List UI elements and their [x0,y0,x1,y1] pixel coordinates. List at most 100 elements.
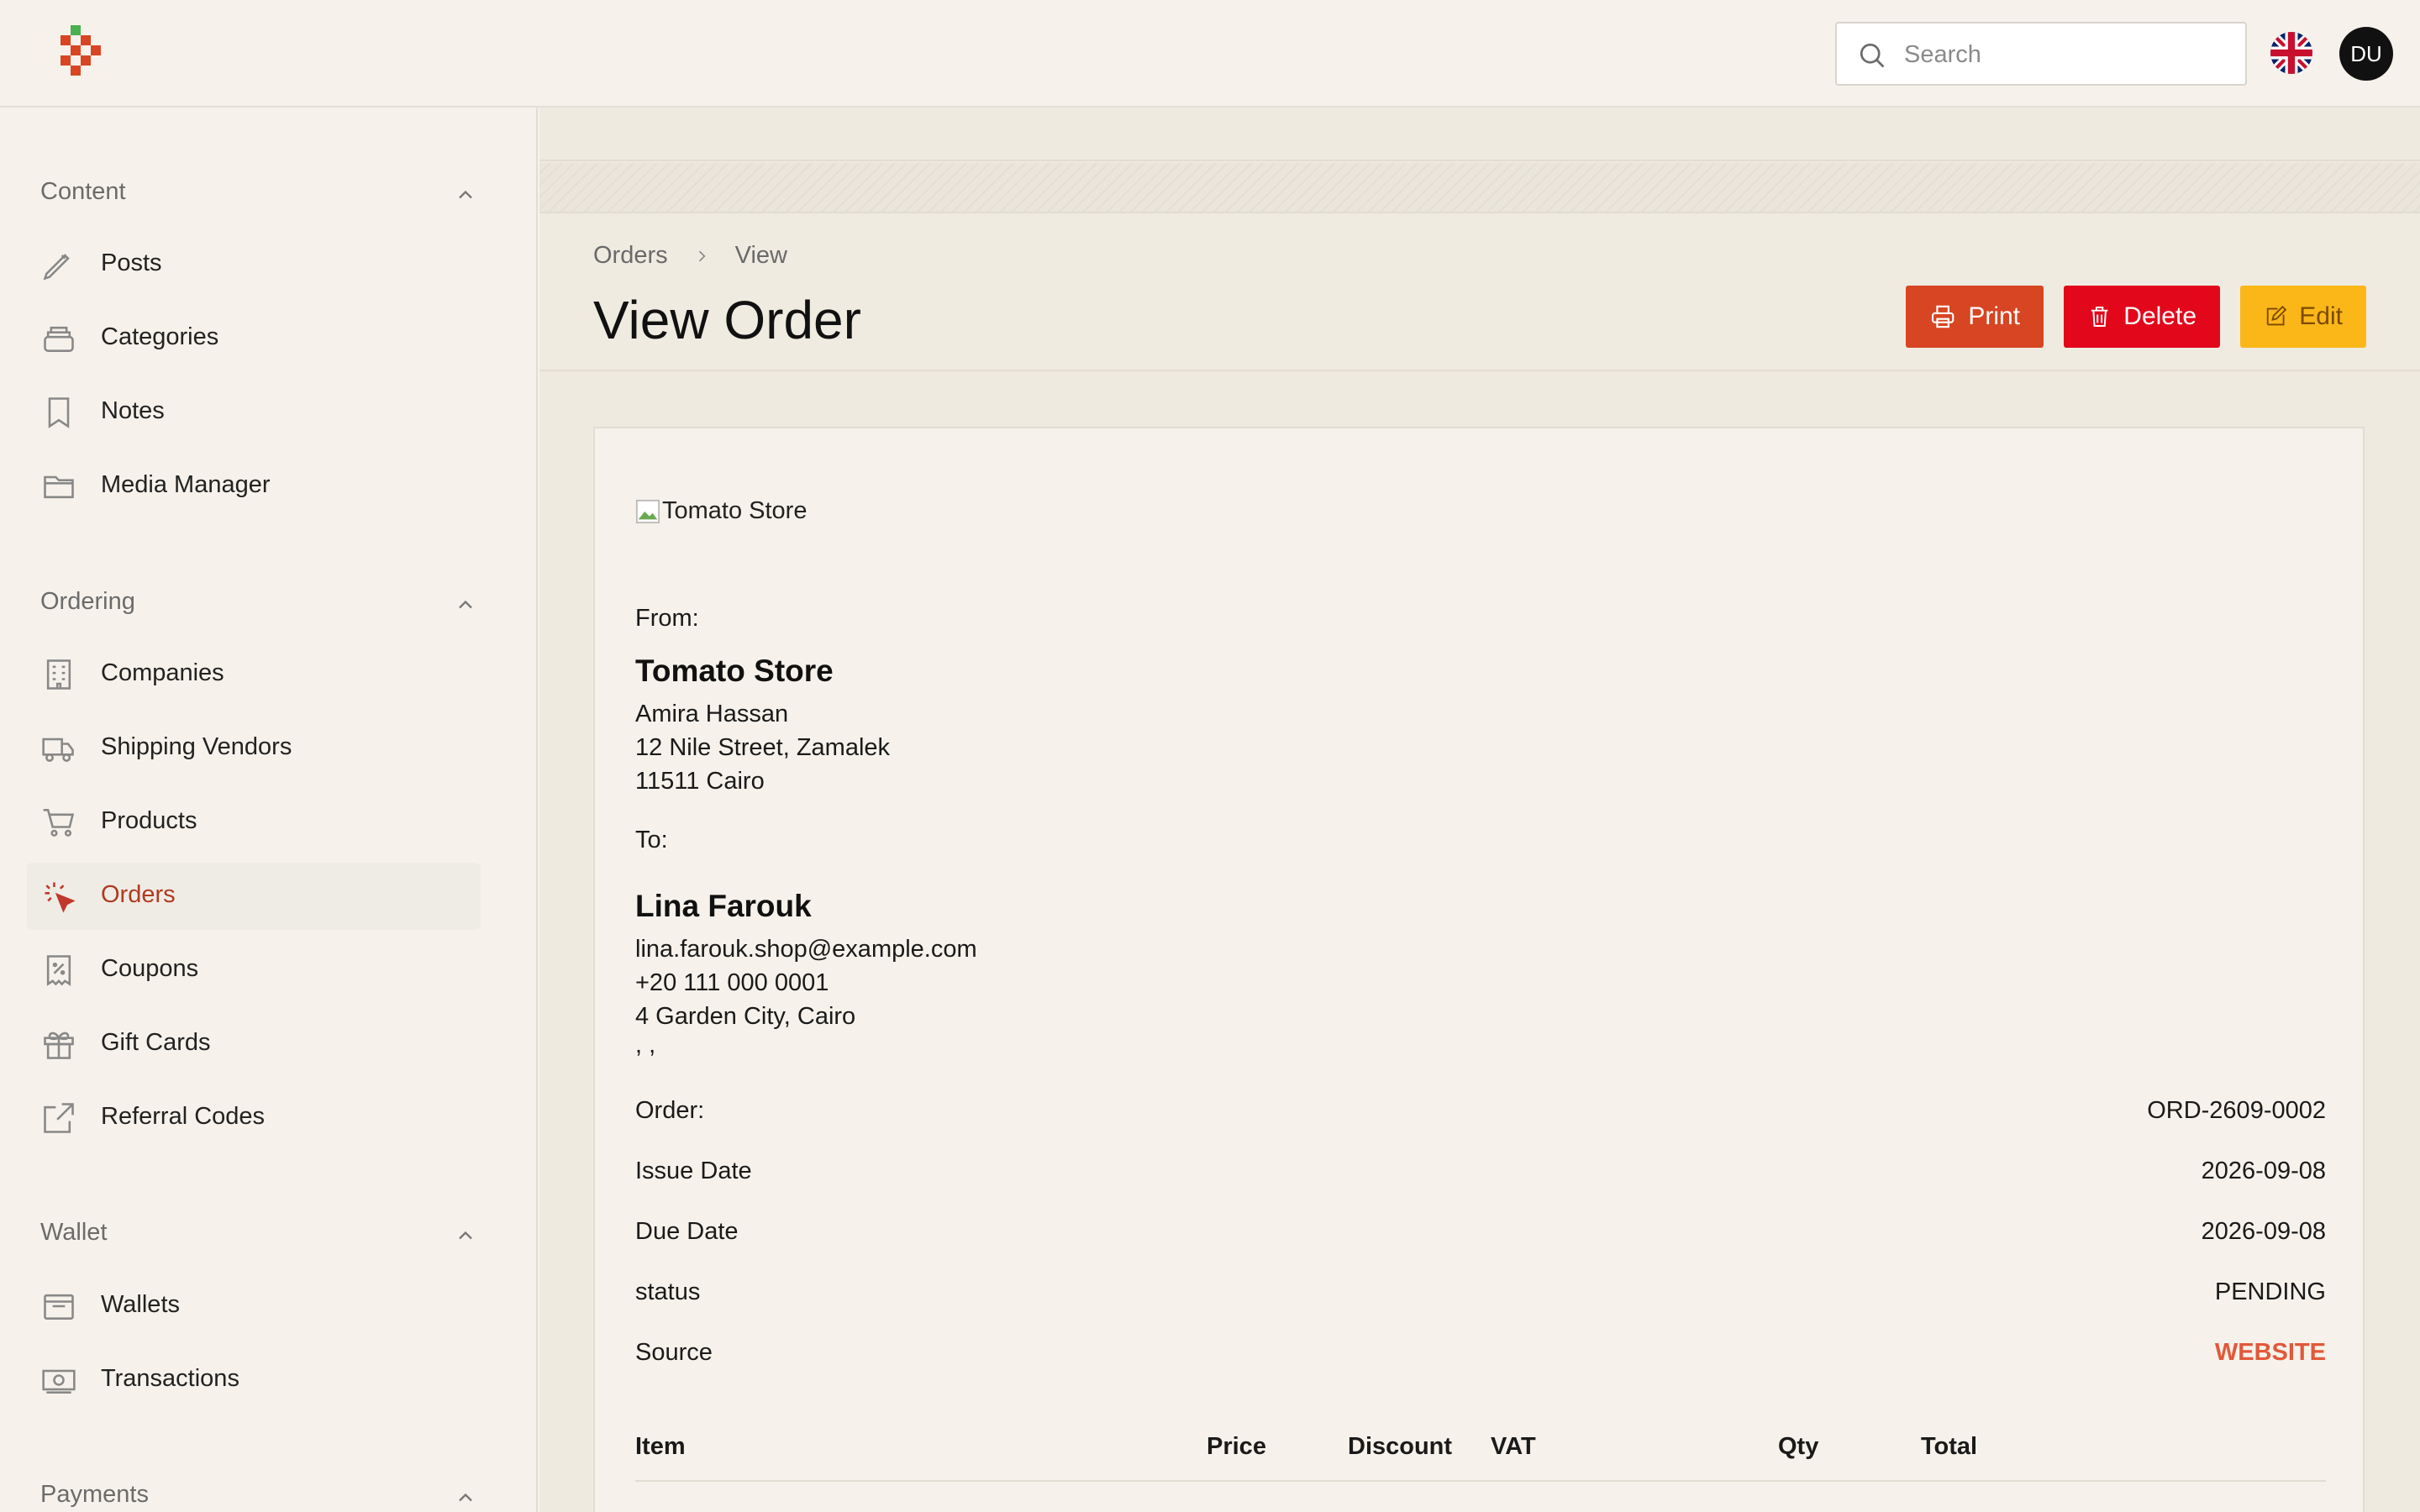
chevron-up-icon[interactable] [454,1224,477,1247]
truck-icon [42,738,74,762]
detail-value: 2026-09-08 [2201,1218,2326,1245]
sidebar-item-label: Categories [101,323,219,350]
column-header-item: Item [635,1433,686,1460]
from-line: 11511 Cairo [635,768,765,795]
sidebar-item-label: Notes [101,397,165,424]
sidebar-item-label: Wallets [101,1291,180,1318]
sidebar-section-ordering[interactable]: Ordering [40,588,477,625]
sidebar-section-wallet[interactable]: Wallet [40,1219,477,1256]
sidebar-item-gift-cards[interactable]: Gift Cards [27,1011,481,1078]
edit-button[interactable]: Edit [2240,286,2366,348]
main-content: Orders View View Order Print Delete Edit [539,108,2420,1512]
sidebar: Content Posts Categories Notes Media Man… [0,108,538,1512]
bookmark-icon [48,397,70,428]
sidebar-item-wallets[interactable]: Wallets [27,1273,481,1340]
delete-button[interactable]: Delete [2064,286,2220,348]
top-bar: DU [0,0,2420,108]
page-header: Orders View View Order Print Delete Edit [539,215,2420,371]
print-label: Print [1968,302,2020,330]
building-icon [46,659,71,690]
sidebar-section-content[interactable]: Content [40,178,477,215]
section-title: Wallet [40,1219,108,1246]
search-box[interactable] [1835,22,2247,86]
from-name: Tomato Store [635,654,834,688]
detail-row-status: status PENDING [635,1278,2326,1312]
sidebar-item-media-manager[interactable]: Media Manager [27,453,481,520]
sidebar-item-label: Media Manager [101,471,271,498]
chevron-up-icon[interactable] [454,1486,477,1509]
detail-row-due-date: Due Date 2026-09-08 [635,1218,2326,1252]
breadcrumb-orders-link[interactable]: Orders [593,242,668,270]
search-input[interactable] [1904,35,2232,74]
print-button[interactable]: Print [1906,286,2044,348]
edit-label: Edit [2299,302,2343,330]
page-actions: Print Delete Edit [1906,286,2366,348]
to-line: lina.farouk.shop@example.com [635,936,977,963]
source-badge: WEBSITE [2214,1339,2326,1366]
app-logo[interactable] [55,25,106,81]
column-header-vat: VAT [1491,1433,1536,1460]
external-link-icon [44,1103,74,1133]
detail-key: status [635,1278,701,1305]
search-icon [1860,43,1885,68]
status-value: PENDING [2214,1278,2326,1305]
sidebar-item-label: Products [101,807,197,834]
section-title: Ordering [40,588,135,615]
column-header-total: Total [1921,1433,1978,1460]
chevron-right-icon [698,250,706,261]
sidebar-item-transactions[interactable]: Transactions [27,1347,481,1414]
gift-icon [44,1032,74,1059]
trash-icon [2091,307,2108,327]
sidebar-item-posts[interactable]: Posts [27,231,481,298]
sidebar-item-label: Referral Codes [101,1103,266,1130]
wallet-icon [44,1294,74,1320]
sidebar-item-label: Coupons [101,955,199,982]
detail-row-issue-date: Issue Date 2026-09-08 [635,1158,2326,1191]
section-title: Content [40,178,126,205]
detail-key: Order: [635,1097,705,1124]
store-logo-alt: Tomato Store [662,497,808,524]
sidebar-item-products[interactable]: Products [27,789,481,856]
sidebar-item-label: Posts [101,249,162,276]
sidebar-item-shipping-vendors[interactable]: Shipping Vendors [27,715,481,782]
from-label: From: [635,605,699,632]
detail-key: Source [635,1339,713,1366]
sidebar-item-notes[interactable]: Notes [27,379,481,446]
chevron-up-icon[interactable] [454,183,477,207]
user-avatar[interactable]: DU [2339,27,2393,81]
breadcrumb-current: View [734,242,787,269]
banknotes-icon [42,1369,76,1394]
sidebar-item-categories[interactable]: Categories [27,305,481,372]
to-label: To: [635,827,668,853]
column-header-price: Price [1207,1433,1266,1460]
sidebar-section-payments[interactable]: Payments [40,1481,477,1512]
breadcrumb: Orders View [593,242,787,270]
invoice-card: Tomato Store From: Tomato Store Amira Ha… [593,427,2365,1512]
uk-flag-icon[interactable] [2270,32,2312,74]
detail-value: 2026-09-08 [2201,1158,2326,1184]
sidebar-item-coupons[interactable]: Coupons [27,937,481,1004]
sidebar-item-label: Transactions [101,1365,239,1392]
folder-icon [44,475,74,499]
top-strip [539,108,2420,161]
detail-value: ORD-2609-0002 [2147,1097,2326,1124]
sidebar-item-orders[interactable]: Orders [27,863,481,930]
page-title: View Order [593,290,861,350]
store-logo-image: Tomato Store [635,497,807,525]
sidebar-item-referral-codes[interactable]: Referral Codes [27,1084,481,1152]
sidebar-item-companies[interactable]: Companies [27,641,481,708]
from-line: Amira Hassan [635,701,789,727]
from-line: 12 Nile Street, Zamalek [635,734,891,761]
sidebar-item-label: Companies [101,659,224,686]
items-table-header: Item Price Discount VAT Qty Total [635,1423,2326,1482]
detail-key: Due Date [635,1218,739,1245]
cursor-click-icon [45,882,76,913]
to-line: , , [635,1032,656,1058]
chevron-up-icon[interactable] [454,593,477,617]
sidebar-item-label: Gift Cards [101,1029,211,1056]
section-title: Payments [40,1481,149,1508]
pencil-icon [43,254,70,281]
receipt-percent-icon [46,955,71,986]
detail-row-order: Order: ORD-2609-0002 [635,1097,2326,1131]
to-line: +20 111 000 0001 [635,969,829,996]
